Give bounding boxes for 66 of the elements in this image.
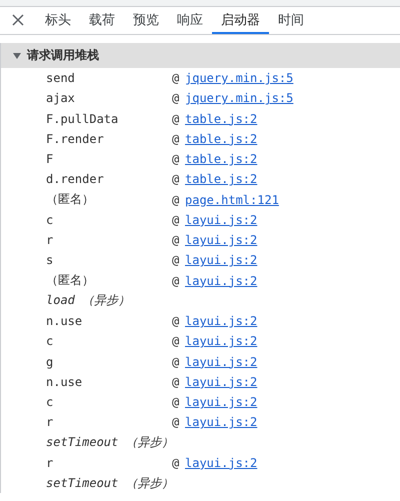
at-sign: @ <box>172 212 180 227</box>
source-link[interactable]: layui.js:2 <box>185 253 258 268</box>
tab[interactable]: 响应 <box>168 7 212 34</box>
source-link[interactable]: table.js:2 <box>185 172 258 186</box>
function-name: r <box>45 456 54 470</box>
at-sign: @ <box>172 456 180 470</box>
at-sign: @ <box>172 91 180 106</box>
source-link[interactable]: table.js:2 <box>185 132 258 146</box>
close-icon[interactable] <box>10 12 26 28</box>
async-label: load （异步） <box>45 292 130 310</box>
function-name: g <box>45 354 54 369</box>
function-name: n.use <box>45 374 84 389</box>
function-name: F.render <box>45 132 105 146</box>
source-link[interactable]: layui.js:2 <box>185 314 258 328</box>
function-name: c <box>45 395 54 410</box>
function-name: c <box>45 334 54 348</box>
at-sign: @ <box>172 172 180 186</box>
at-sign: @ <box>172 112 180 126</box>
at-sign: @ <box>172 415 180 430</box>
source-link[interactable]: layui.js:2 <box>185 374 258 389</box>
section-header[interactable]: 请求调用堆栈 <box>1 43 400 68</box>
function-name: r <box>45 415 54 430</box>
source-link[interactable]: jquery.min.js:5 <box>185 91 294 106</box>
source-link[interactable]: table.js:2 <box>185 112 258 126</box>
function-name: n.use <box>45 314 84 328</box>
source-link[interactable]: jquery.min.js:5 <box>185 71 294 86</box>
function-name: c <box>45 212 54 227</box>
tab[interactable]: 标头 <box>36 7 80 34</box>
at-sign: @ <box>172 253 180 268</box>
at-sign: @ <box>172 274 180 288</box>
at-sign: @ <box>172 152 180 166</box>
at-sign: @ <box>172 192 180 207</box>
at-sign: @ <box>172 334 180 348</box>
at-sign: @ <box>172 233 180 248</box>
source-link[interactable]: layui.js:2 <box>185 212 258 227</box>
function-name: s <box>45 253 54 268</box>
source-link[interactable]: layui.js:2 <box>185 456 258 470</box>
source-link[interactable]: layui.js:2 <box>185 415 258 430</box>
at-sign: @ <box>172 132 180 146</box>
source-link[interactable]: table.js:2 <box>185 152 258 166</box>
at-sign: @ <box>172 354 180 369</box>
tab[interactable]: 时间 <box>269 7 313 34</box>
source-link[interactable]: layui.js:2 <box>185 334 258 348</box>
async-label: setTimeout （异步） <box>45 434 174 452</box>
source-link[interactable]: page.html:121 <box>185 192 279 207</box>
function-name: send <box>45 71 76 86</box>
at-sign: @ <box>172 314 180 328</box>
function-name: F <box>45 152 54 166</box>
at-sign: @ <box>172 374 180 389</box>
source-link[interactable]: layui.js:2 <box>185 274 258 288</box>
source-link[interactable]: layui.js:2 <box>185 395 258 410</box>
tab[interactable]: 载荷 <box>80 7 124 34</box>
function-name: （匿名） <box>45 272 95 290</box>
at-sign: @ <box>172 395 180 410</box>
tab[interactable]: 预览 <box>124 7 168 34</box>
function-name: r <box>45 233 54 248</box>
source-link[interactable]: layui.js:2 <box>185 233 258 248</box>
function-name: （匿名） <box>45 191 95 208</box>
function-name: F.pullData <box>45 112 120 126</box>
at-sign: @ <box>172 71 180 86</box>
function-name: ajax <box>45 91 76 106</box>
function-name: d.render <box>45 172 105 186</box>
tab[interactable]: 启动器 <box>212 7 269 34</box>
source-link[interactable]: layui.js:2 <box>185 354 258 369</box>
async-label: setTimeout （异步） <box>45 474 174 492</box>
section-title: 请求调用堆栈 <box>27 47 99 64</box>
